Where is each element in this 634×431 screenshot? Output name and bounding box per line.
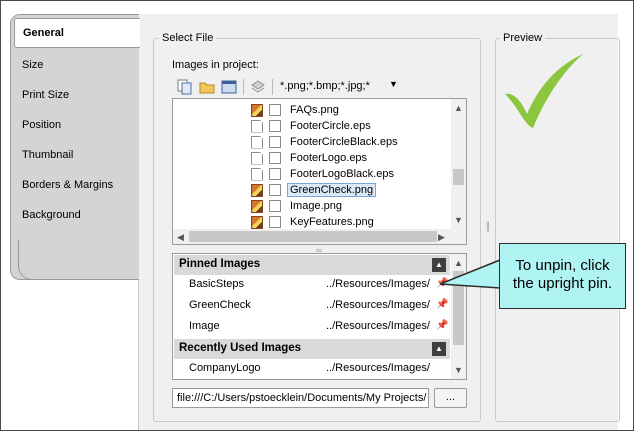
pin-icon[interactable]: 📌: [436, 299, 448, 310]
tab-panel-tail: [18, 240, 139, 280]
green-check-icon: [505, 54, 583, 128]
file-name: GreenCheck.png: [287, 183, 377, 197]
recent-item[interactable]: CompanyLogo ../Resources/Images/: [189, 362, 449, 378]
file-name: Image.png: [290, 200, 342, 212]
pin-icon[interactable]: 📌: [436, 320, 448, 331]
vertical-scrollbar[interactable]: ▲ ▼: [451, 99, 466, 229]
tab-thumbnail[interactable]: Thumbnail: [22, 149, 73, 161]
disk-icon[interactable]: [250, 79, 266, 95]
pinned-item-name: BasicSteps: [189, 278, 245, 290]
list-item[interactable]: FooterLogo.eps: [251, 150, 370, 166]
scrollbar-thumb[interactable]: [189, 231, 437, 242]
document-file-icon: [251, 151, 263, 165]
scroll-up-arrow-icon[interactable]: ▲: [454, 103, 463, 113]
horizontal-scrollbar[interactable]: ◀ ▶: [173, 229, 466, 244]
list-item[interactable]: KeyFeatures.png: [251, 214, 377, 230]
list-item[interactable]: FooterCircleBlack.eps: [251, 134, 401, 150]
pinned-item[interactable]: GreenCheck ../Resources/Images/ 📌: [189, 299, 449, 315]
tab-general[interactable]: General: [14, 18, 140, 48]
file-name: FooterLogo.eps: [290, 152, 368, 164]
tab-background[interactable]: Background: [22, 209, 81, 221]
file-checkbox[interactable]: [269, 136, 281, 148]
file-checkbox[interactable]: [269, 120, 281, 132]
file-checkbox[interactable]: [269, 216, 281, 228]
file-checkbox[interactable]: [269, 200, 281, 212]
images-in-project-label: Images in project:: [172, 59, 259, 71]
list-item[interactable]: FAQs.png: [251, 102, 342, 118]
file-checkbox[interactable]: [269, 168, 281, 180]
pinned-item-path: ../Resources/Images/: [326, 278, 430, 290]
scroll-down-arrow-icon[interactable]: ▼: [454, 215, 463, 225]
select-file-label: Select File: [159, 32, 217, 44]
file-checkbox[interactable]: [269, 184, 281, 196]
document-file-icon: [251, 135, 263, 149]
tab-borders-margins[interactable]: Borders & Margins: [22, 179, 113, 191]
file-filter[interactable]: *.png;*.bmp;*.jpg;*: [280, 80, 380, 92]
collapse-icon[interactable]: ▲: [432, 342, 446, 356]
pinned-item-path: ../Resources/Images/: [326, 299, 430, 311]
file-name: FooterCircle.eps: [290, 120, 371, 132]
list-item[interactable]: Image.png: [251, 198, 345, 214]
file-list[interactable]: FAQs.png FooterCircle.eps FooterCircleBl…: [172, 98, 467, 245]
file-name: FooterLogoBlack.eps: [290, 168, 394, 180]
toolbar-separator: [272, 79, 273, 95]
pinned-item[interactable]: BasicSteps ../Resources/Images/ 📌: [189, 278, 449, 294]
toolbar-separator: [243, 79, 244, 95]
pinned-item[interactable]: Image ../Resources/Images/ 📌: [189, 320, 449, 336]
pinned-images-panel: Pinned Images ▲ BasicSteps ../Resources/…: [172, 253, 467, 380]
scrollbar-thumb[interactable]: [453, 169, 464, 185]
tab-size[interactable]: Size: [22, 59, 43, 71]
dropdown-arrow-icon[interactable]: ▼: [389, 79, 398, 89]
callout-text-line: To unpin, click: [515, 257, 610, 274]
copy-icon[interactable]: [177, 79, 193, 95]
scroll-right-arrow-icon[interactable]: ▶: [438, 232, 445, 242]
pinned-item-name: GreenCheck: [189, 299, 251, 311]
recently-used-title: Recently Used Images: [179, 342, 302, 354]
tab-position[interactable]: Position: [22, 119, 61, 131]
list-item-selected[interactable]: GreenCheck.png: [251, 182, 377, 198]
callout-pointer: [440, 258, 502, 289]
file-name: FAQs.png: [290, 104, 339, 116]
browse-button[interactable]: ...: [434, 388, 467, 408]
image-file-icon: [251, 215, 263, 229]
list-item[interactable]: FooterLogoBlack.eps: [251, 166, 397, 182]
tab-print-size[interactable]: Print Size: [22, 89, 69, 101]
file-name: FooterCircleBlack.eps: [290, 136, 398, 148]
image-file-icon: [251, 103, 263, 117]
document-file-icon: [251, 167, 263, 181]
window-icon[interactable]: [221, 79, 237, 95]
list-item[interactable]: FooterCircle.eps: [251, 118, 374, 134]
pinned-images-header[interactable]: Pinned Images ▲: [174, 255, 450, 275]
folder-icon[interactable]: [199, 79, 215, 95]
callout-text-line: the upright pin.: [512, 275, 613, 292]
image-file-icon: [251, 199, 263, 213]
file-name: KeyFeatures.png: [290, 216, 374, 228]
pinned-images-title: Pinned Images: [179, 258, 261, 270]
image-file-icon: [251, 183, 263, 197]
scroll-left-arrow-icon[interactable]: ◀: [177, 232, 184, 242]
preview-label: Preview: [500, 32, 546, 44]
recent-item-path: ../Resources/Images/: [326, 362, 430, 374]
recently-used-header[interactable]: Recently Used Images ▲: [174, 339, 450, 359]
splitter-handle[interactable]: ║: [485, 222, 491, 231]
pinned-item-path: ../Resources/Images/: [326, 320, 430, 332]
file-path-field[interactable]: file:///C:/Users/pstoecklein/Documents/M…: [172, 388, 429, 408]
file-checkbox[interactable]: [269, 152, 281, 164]
recent-item-name: CompanyLogo: [189, 362, 261, 374]
pinned-item-name: Image: [189, 320, 220, 332]
callout-box: To unpin, click the upright pin.: [499, 243, 626, 309]
document-file-icon: [251, 119, 263, 133]
file-checkbox[interactable]: [269, 104, 281, 116]
scroll-down-arrow-icon[interactable]: ▼: [454, 365, 463, 375]
